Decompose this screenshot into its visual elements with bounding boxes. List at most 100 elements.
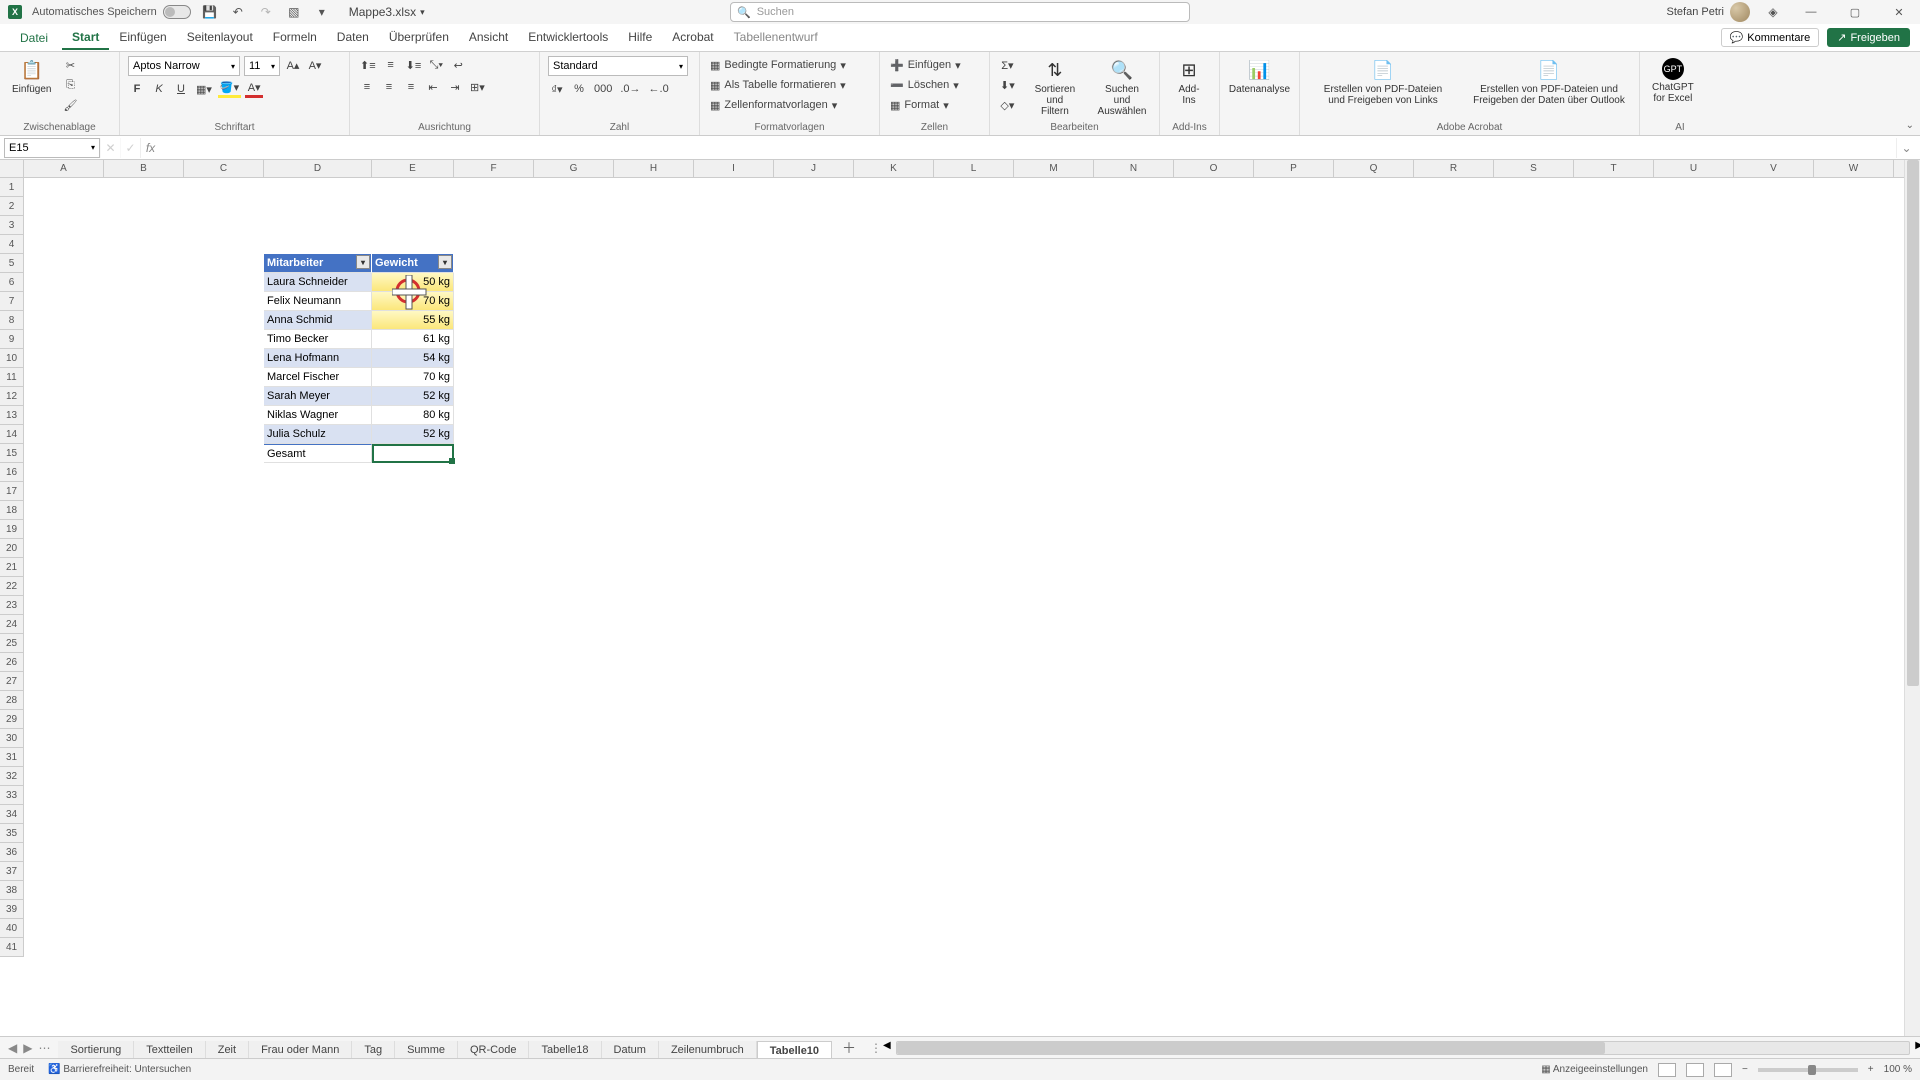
row-header[interactable]: 1: [0, 178, 24, 197]
delete-cells-button[interactable]: ➖ Löschen ▾: [888, 76, 961, 94]
filter-dropdown-icon[interactable]: ▾: [356, 255, 370, 269]
zoom-in-icon[interactable]: +: [1868, 1064, 1874, 1075]
row-header[interactable]: 32: [0, 767, 24, 786]
ribbon-tab-start[interactable]: Start: [62, 26, 109, 50]
cell-D10[interactable]: Lena Hofmann: [264, 349, 372, 368]
format-as-table-button[interactable]: ▦ Als Tabelle formatieren ▾: [708, 76, 848, 94]
page-layout-view-icon[interactable]: [1686, 1063, 1704, 1077]
align-left-icon[interactable]: ≡: [358, 78, 376, 96]
column-header[interactable]: N: [1094, 160, 1174, 178]
row-header[interactable]: 9: [0, 330, 24, 349]
user-account[interactable]: Stefan Petri: [1667, 2, 1750, 22]
cell-D6[interactable]: Laura Schneider: [264, 273, 372, 292]
cell-E7[interactable]: 70 kg: [372, 292, 454, 311]
italic-button[interactable]: K: [150, 80, 168, 98]
add-sheet-button[interactable]: ＋: [832, 1038, 866, 1058]
sheet-tab-tabelle10[interactable]: Tabelle10: [757, 1041, 832, 1060]
cell-D5[interactable]: Mitarbeiter▾: [264, 254, 372, 273]
align-top-icon[interactable]: ⬆≡: [358, 56, 378, 74]
column-header[interactable]: R: [1414, 160, 1494, 178]
decrease-font-icon[interactable]: A▾: [306, 56, 324, 74]
file-name[interactable]: Mappe3.xlsx▾: [349, 5, 425, 19]
data-analysis-button[interactable]: 📊Datenanalyse: [1228, 56, 1291, 97]
pdf-share-link-button[interactable]: 📄Erstellen von PDF-Dateien und Freigeben…: [1308, 56, 1458, 108]
row-header[interactable]: 23: [0, 596, 24, 615]
fill-handle[interactable]: [449, 458, 455, 464]
column-header[interactable]: K: [854, 160, 934, 178]
increase-decimal-icon[interactable]: .0→: [618, 80, 642, 98]
find-select-button[interactable]: 🔍Suchen und Auswählen: [1093, 56, 1151, 119]
row-header[interactable]: 33: [0, 786, 24, 805]
cell-E8[interactable]: 55 kg: [372, 311, 454, 330]
row-header[interactable]: 13: [0, 406, 24, 425]
row-header[interactable]: 39: [0, 900, 24, 919]
row-header[interactable]: 30: [0, 729, 24, 748]
row-header[interactable]: 29: [0, 710, 24, 729]
sheet-tab-zeit[interactable]: Zeit: [206, 1041, 249, 1059]
ribbon-tab-überprüfen[interactable]: Überprüfen: [379, 26, 459, 50]
autosave-toggle[interactable]: Automatisches Speichern: [32, 5, 191, 19]
cell-D15[interactable]: Gesamt: [264, 444, 372, 463]
cancel-formula-icon[interactable]: ✕: [100, 138, 120, 158]
row-header[interactable]: 18: [0, 501, 24, 520]
ribbon-tab-formeln[interactable]: Formeln: [263, 26, 327, 50]
row-header[interactable]: 8: [0, 311, 24, 330]
cell-D8[interactable]: Anna Schmid: [264, 311, 372, 330]
horizontal-scrollbar[interactable]: ◀ ▶: [896, 1041, 1910, 1055]
cell-D9[interactable]: Timo Becker: [264, 330, 372, 349]
row-header[interactable]: 7: [0, 292, 24, 311]
select-all-corner[interactable]: [0, 160, 24, 178]
column-header[interactable]: U: [1654, 160, 1734, 178]
sheet-tab-textteilen[interactable]: Textteilen: [134, 1041, 205, 1059]
cell-styles-button[interactable]: ▦ Zellenformatvorlagen ▾: [708, 96, 839, 114]
column-header[interactable]: I: [694, 160, 774, 178]
column-header[interactable]: A: [24, 160, 104, 178]
save-icon[interactable]: 💾: [201, 3, 219, 21]
insert-cells-button[interactable]: ➕ Einfügen ▾: [888, 56, 963, 74]
sheet-nav-more-icon[interactable]: ⋯: [38, 1041, 50, 1055]
underline-button[interactable]: U: [172, 80, 190, 98]
row-header[interactable]: 37: [0, 862, 24, 881]
accessibility-status[interactable]: ♿ Barrierefreiheit: Untersuchen: [48, 1064, 191, 1075]
column-header[interactable]: H: [614, 160, 694, 178]
cell-D7[interactable]: Felix Neumann: [264, 292, 372, 311]
redo-icon[interactable]: ↷: [257, 3, 275, 21]
cell-E14[interactable]: 52 kg: [372, 425, 454, 444]
cell-E10[interactable]: 54 kg: [372, 349, 454, 368]
row-header[interactable]: 21: [0, 558, 24, 577]
conditional-formatting-button[interactable]: ▦ Bedingte Formatierung ▾: [708, 56, 848, 74]
merge-icon[interactable]: ⊞▾: [468, 78, 487, 96]
autosum-icon[interactable]: Σ▾: [998, 56, 1017, 74]
file-tab[interactable]: Datei: [10, 27, 58, 49]
share-button[interactable]: ↗ Freigeben: [1827, 28, 1910, 47]
expand-formula-icon[interactable]: ⌄: [1896, 138, 1916, 158]
align-bottom-icon[interactable]: ⬇≡: [404, 56, 424, 74]
sheet-tab-sortierung[interactable]: Sortierung: [58, 1041, 134, 1059]
cell-D12[interactable]: Sarah Meyer: [264, 387, 372, 406]
ribbon-tab-ansicht[interactable]: Ansicht: [459, 26, 518, 50]
display-settings-button[interactable]: ▦ Anzeigeeinstellungen: [1541, 1064, 1648, 1075]
spreadsheet-grid[interactable]: ABCDEFGHIJKLMNOPQRSTUVWX 123456789101112…: [0, 160, 1920, 1036]
column-header[interactable]: D: [264, 160, 372, 178]
row-header[interactable]: 11: [0, 368, 24, 387]
column-header[interactable]: J: [774, 160, 854, 178]
row-header[interactable]: 4: [0, 235, 24, 254]
accept-formula-icon[interactable]: ✓: [120, 138, 140, 158]
scroll-right-icon[interactable]: ▶: [1915, 1040, 1920, 1051]
column-header[interactable]: W: [1814, 160, 1894, 178]
addins-button[interactable]: ⊞Add- Ins: [1168, 56, 1210, 108]
close-button[interactable]: ✕: [1884, 2, 1914, 22]
column-header[interactable]: T: [1574, 160, 1654, 178]
cut-icon[interactable]: ✂: [61, 56, 79, 74]
sheet-tab-tag[interactable]: Tag: [352, 1041, 395, 1059]
sort-filter-button[interactable]: ⇅Sortieren und Filtern: [1023, 56, 1087, 119]
row-header[interactable]: 25: [0, 634, 24, 653]
row-header[interactable]: 15: [0, 444, 24, 463]
sheet-tab-summe[interactable]: Summe: [395, 1041, 458, 1059]
ribbon-tab-acrobat[interactable]: Acrobat: [662, 26, 723, 50]
column-header[interactable]: C: [184, 160, 264, 178]
row-header[interactable]: 20: [0, 539, 24, 558]
pdf-share-outlook-button[interactable]: 📄Erstellen von PDF-Dateien und Freigeben…: [1464, 56, 1634, 108]
sheet-tab-datum[interactable]: Datum: [602, 1041, 659, 1059]
format-cells-button[interactable]: ▦ Format ▾: [888, 96, 951, 114]
